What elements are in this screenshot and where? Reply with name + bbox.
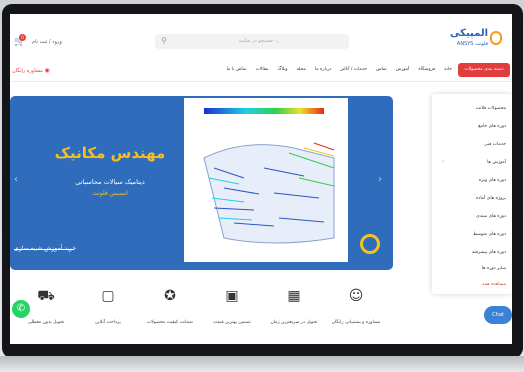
hero-subtitle: دینامیک سیالات محاسباتی: [75, 178, 145, 186]
nav-item[interactable]: فروشگاه: [418, 67, 435, 72]
money-icon: ▣: [225, 288, 239, 304]
feature-label: تحویل در سریعترین زمان: [270, 320, 318, 325]
dropdown-item[interactable]: محصولات فلانت: [476, 106, 506, 111]
nav-item[interactable]: خانه: [444, 67, 452, 72]
feature-item: ▦ تحویل در سریعترین زمان: [262, 288, 326, 325]
feature-item: ✪ ضمانت کیفیت محصولات: [138, 288, 202, 325]
feature-item: ▣ تضمین بهترین قیمت: [200, 288, 264, 325]
nav-item[interactable]: وبلاگ: [277, 67, 287, 72]
dropdown-item[interactable]: دوره های ویژه: [479, 178, 506, 183]
chat-widget-button[interactable]: Chat: [484, 306, 512, 324]
hero-cta-link[interactable]: خرید آموزش شبیه سازی: [14, 245, 174, 252]
browser-screen: المپیکی ANSYS فلونت ⚲ جستجو در سایت ... …: [10, 14, 512, 344]
category-menu-button[interactable]: دسته بندی محصولات: [458, 63, 510, 77]
logo-subtitle: ANSYS فلونت: [456, 41, 488, 47]
laptop-base: [0, 356, 524, 372]
free-consult-link[interactable]: مشاوره رایگان ◉: [12, 67, 50, 74]
category-dropdown: محصولات فلانت دوره های جامع خدمات فنی آم…: [432, 94, 512, 294]
nav-item[interactable]: آموزش: [396, 67, 410, 72]
feature-label: تضمین بهترین قیمت: [213, 320, 251, 325]
nav-item[interactable]: درباره ما: [315, 67, 332, 72]
logo-icon: [490, 31, 502, 45]
dropdown-item[interactable]: دوره های جامع: [478, 124, 506, 129]
wallet-icon: ▢: [101, 288, 115, 304]
dropdown-item[interactable]: آموزش ها: [487, 160, 506, 165]
stage: المپیکی ANSYS فلونت ⚲ جستجو در سایت ... …: [0, 0, 524, 372]
nav-item[interactable]: تماس با ما: [227, 67, 247, 72]
nav-item[interactable]: مقالات: [256, 67, 269, 72]
feature-item: ▢ پرداخت آنلاین: [76, 288, 140, 325]
search-box[interactable]: ⚲ جستجو در سایت ...: [155, 34, 349, 49]
feature-label: پرداخت آنلاین: [95, 320, 121, 325]
map-icon: ▦: [287, 288, 301, 304]
cart-button[interactable]: 🛒 0: [14, 34, 26, 47]
consult-label: مشاوره رایگان: [12, 68, 43, 74]
brand-ring-icon: [360, 234, 380, 254]
dropdown-item[interactable]: سایر دوره ها: [482, 266, 506, 271]
location-pin-icon: ◉: [44, 67, 50, 74]
chevron-right-icon[interactable]: ›: [378, 174, 382, 185]
features-row: ☺ مشاوره و پشتیبانی رایگان ▦ تحویل در سر…: [10, 284, 512, 344]
support-icon: ☺: [348, 288, 364, 304]
site-logo[interactable]: المپیکی ANSYS فلونت: [446, 28, 502, 54]
cart-count-badge: 0: [19, 34, 26, 41]
cfd-simulation-image: [184, 98, 348, 262]
nav-links: خانه فروشگاه آموزش تماس خدمات / آنالیز د…: [227, 67, 452, 72]
main-nav: دسته بندی محصولات خانه فروشگاه آموزش تما…: [10, 58, 512, 82]
chevron-left-icon[interactable]: ‹: [14, 174, 18, 185]
dropdown-item[interactable]: خدمات فنی: [484, 142, 506, 147]
dropdown-item[interactable]: پروژه های آماده: [476, 196, 506, 201]
nav-item[interactable]: مجله: [297, 67, 306, 72]
feature-label: ضمانت کیفیت محصولات: [146, 320, 194, 325]
search-placeholder: جستجو در سایت ...: [238, 38, 280, 44]
nav-item[interactable]: تماس: [376, 67, 387, 72]
hero-brand: انسیس فلونت: [92, 190, 128, 197]
logo-title: المپیکی: [450, 28, 488, 39]
dropdown-item[interactable]: دوره های متوسط: [473, 232, 506, 237]
dropdown-item[interactable]: دوره های پیشرفته: [472, 250, 506, 255]
hero-banner[interactable]: مهندس مکانیک دینامیک سیالات محاسباتی انس…: [10, 96, 393, 270]
feature-item: ☺ مشاوره و پشتیبانی رایگان: [324, 288, 388, 325]
chevron-left-icon: ‹: [442, 159, 444, 165]
whatsapp-icon[interactable]: ✆: [12, 300, 30, 318]
nav-item[interactable]: خدمات / آنالیز: [340, 67, 367, 72]
feature-label: مشاوره و پشتیبانی رایگان: [331, 320, 381, 325]
site-header: المپیکی ANSYS فلونت ⚲ جستجو در سایت ... …: [10, 14, 512, 54]
dropdown-item[interactable]: دوره های مبتدی: [476, 214, 506, 219]
medal-icon: ✪: [164, 288, 176, 304]
login-link[interactable]: ورود / ثبت نام: [32, 39, 62, 45]
feature-label: تحویل بدون معطلی: [27, 320, 65, 325]
search-icon[interactable]: ⚲: [161, 36, 167, 45]
hero-title: مهندس مکانیک: [54, 144, 166, 162]
